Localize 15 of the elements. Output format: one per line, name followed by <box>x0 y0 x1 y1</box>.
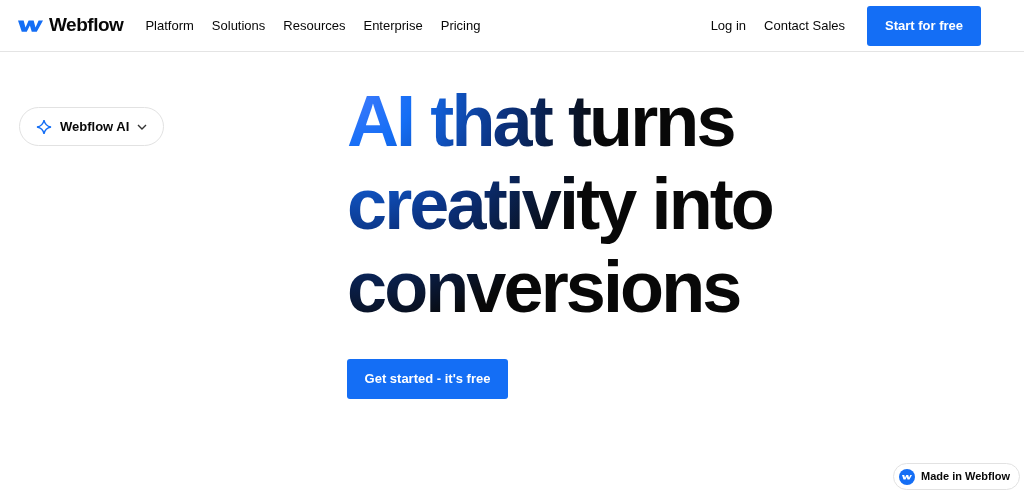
logo-badge-icon <box>898 468 915 485</box>
logo-icon <box>18 18 43 33</box>
sparkle-icon <box>36 118 52 135</box>
made-in-webflow-badge[interactable]: Made in Webflow <box>892 463 1020 490</box>
nav-link[interactable]: Platform <box>145 15 194 36</box>
nav-link[interactable]: Enterprise <box>363 15 423 36</box>
nav-link[interactable]: Log in <box>710 15 747 36</box>
nav-link[interactable]: Contact Sales <box>764 15 845 36</box>
brand-name[interactable]: Webflow <box>49 11 124 40</box>
start-button[interactable]: Start for free <box>867 5 981 46</box>
nav-link[interactable]: Pricing <box>440 15 481 36</box>
badge-label: Made in Webflow <box>920 469 1010 485</box>
nav-link[interactable]: Resources <box>283 15 346 36</box>
get-started-button[interactable]: Get started - it's free <box>347 359 508 399</box>
nav-link[interactable]: Solutions <box>211 15 266 36</box>
